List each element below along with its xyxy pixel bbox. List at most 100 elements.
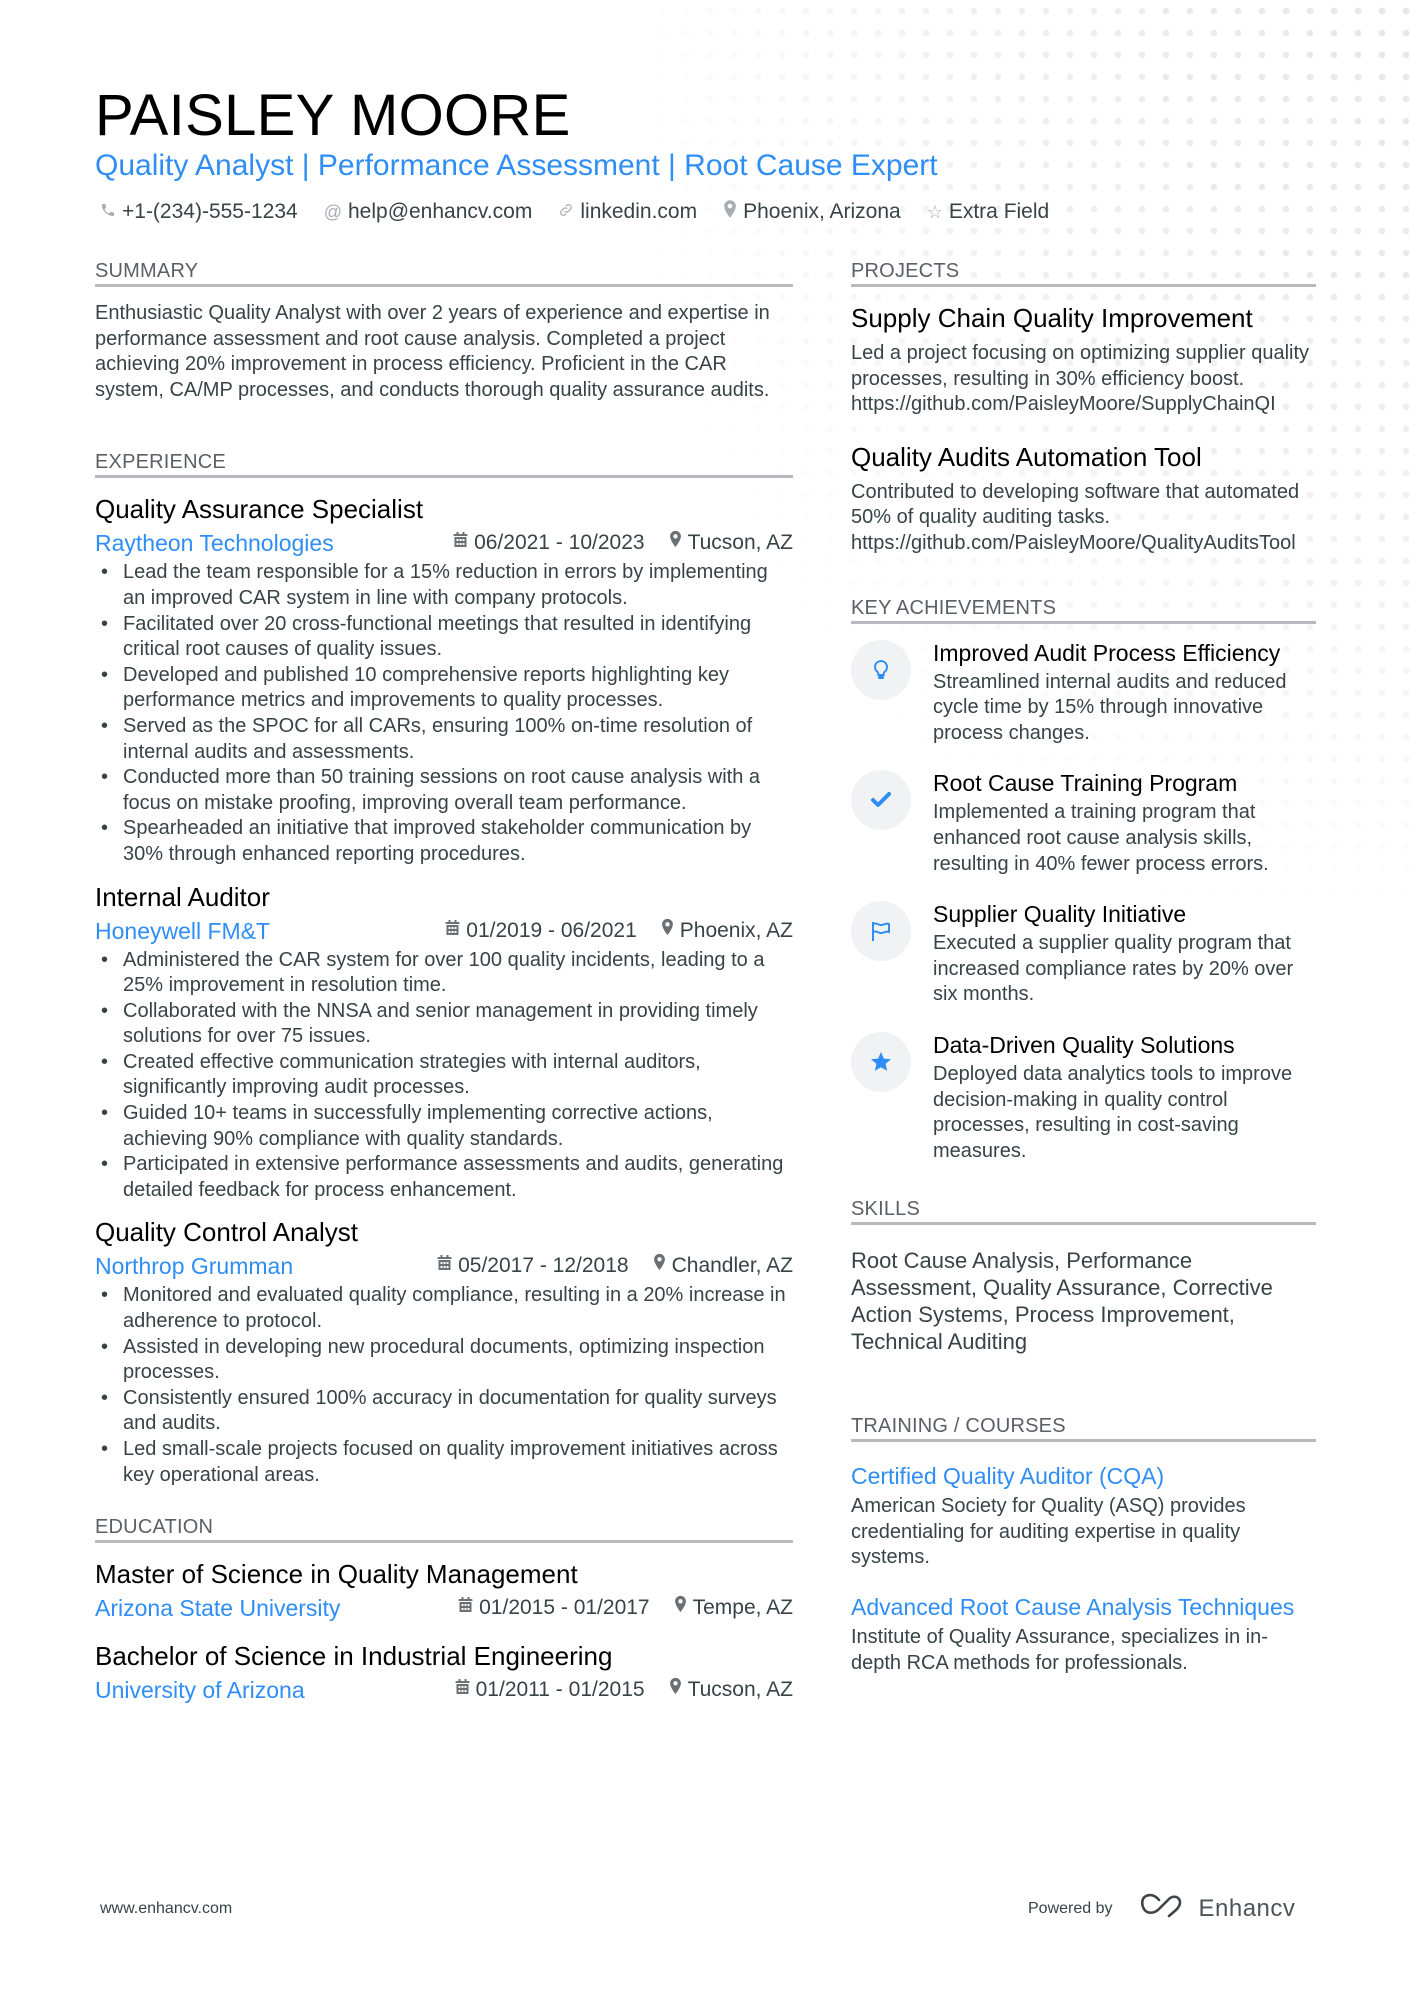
powered-by-label: Powered by — [1028, 1899, 1113, 1917]
flag-icon — [851, 901, 911, 962]
experience-section: EXPERIENCE Quality Assurance Specialist … — [95, 449, 793, 1488]
education-dates: 01/2011 - 01/2015 — [455, 1675, 645, 1705]
achievements-heading: KEY ACHIEVEMENTS — [851, 595, 1316, 624]
resume-page: PAISLEY MOORE Quality Analyst | Performa… — [0, 0, 1410, 1995]
education-heading: EDUCATION — [95, 1514, 793, 1544]
achievement-title: Supplier Quality Initiative — [933, 901, 1187, 928]
project-title: Supply Chain Quality Improvement — [851, 303, 1253, 333]
job-bullets: Lead the team responsible for a 15% redu… — [95, 560, 793, 867]
summary-section: SUMMARY Enthusiastic Quality Analyst wit… — [95, 258, 793, 403]
at-icon: @ — [323, 202, 342, 222]
achievement-body: Improved Audit Process Efficiency Stream… — [933, 638, 1316, 747]
education-location-text: Tempe, AZ — [692, 1596, 793, 1620]
job-location: Chandler, AZ — [653, 1251, 793, 1281]
calendar-icon — [455, 1675, 470, 1705]
contact-bar: +1-(234)-555-1234 @ help@enhancv.com lin… — [100, 196, 1049, 228]
education-entry: Bachelor of Science in Industrial Engine… — [95, 1639, 793, 1705]
contact-phone[interactable]: +1-(234)-555-1234 — [100, 196, 298, 228]
course-entry: Advanced Root Cause Analysis Techniques … — [851, 1591, 1316, 1676]
contact-phone-text: +1-(234)-555-1234 — [122, 200, 298, 223]
bullet-item: Served as the SPOC for all CARs, ensurin… — [101, 714, 793, 765]
achievement-description: Streamlined internal audits and reduced … — [933, 670, 1287, 744]
education-section: EDUCATION Master of Science in Quality M… — [95, 1514, 793, 1705]
company-name[interactable]: Northrop Grumman — [95, 1251, 413, 1281]
project-description: Contributed to developing software that … — [851, 480, 1300, 529]
job-dates: 06/2021 - 10/2023 — [453, 528, 645, 558]
project-link[interactable]: https://github.com/PaisleyMoore/QualityA… — [851, 531, 1316, 557]
education-entry: Master of Science in Quality Management … — [95, 1557, 793, 1623]
course-title[interactable]: Certified Quality Auditor (CQA) — [851, 1460, 1316, 1492]
experience-entry: Quality Assurance Specialist Raytheon Te… — [95, 492, 793, 867]
calendar-icon — [437, 1251, 452, 1281]
enhancv-logo[interactable]: Enhancv — [1139, 1892, 1296, 1925]
location-pin-icon — [669, 528, 682, 558]
job-location: Tucson, AZ — [669, 528, 793, 558]
education-meta: University of Arizona 01/2011 - 01/2015 … — [95, 1675, 793, 1705]
job-location: Phoenix, AZ — [661, 916, 793, 946]
link-icon — [558, 196, 574, 228]
bullet-item: Lead the team responsible for a 15% redu… — [101, 560, 793, 611]
education-dates: 01/2015 - 01/2017 — [458, 1593, 650, 1623]
education-location-text: Tucson, AZ — [687, 1678, 793, 1702]
project-entry: Quality Audits Automation Tool Contribut… — [851, 440, 1316, 557]
job-dates-text: 01/2019 - 06/2021 — [466, 918, 637, 942]
contact-linkedin-text: linkedin.com — [580, 200, 698, 223]
bullet-item: Facilitated over 20 cross-functional mee… — [101, 612, 793, 663]
job-location-text: Chandler, AZ — [671, 1254, 793, 1278]
contact-linkedin[interactable]: linkedin.com — [558, 196, 697, 228]
job-title: Quality Control Analyst — [95, 1217, 359, 1248]
contact-location-text: Phoenix, Arizona — [743, 200, 901, 223]
achievement-title: Data-Driven Quality Solutions — [933, 1031, 1235, 1058]
project-description: Led a project focusing on optimizing sup… — [851, 342, 1310, 390]
achievement-entry: Supplier Quality Initiative Executed a s… — [851, 899, 1316, 1008]
course-title[interactable]: Advanced Root Cause Analysis Techniques — [851, 1591, 1316, 1623]
experience-entry: Quality Control Analyst Northrop Grumman… — [95, 1215, 793, 1488]
location-pin-icon — [653, 1251, 666, 1281]
contact-email[interactable]: @ help@enhancv.com — [324, 196, 533, 228]
location-pin-icon — [723, 196, 737, 228]
calendar-icon — [453, 528, 468, 558]
bullet-item: Consistently ensured 100% accuracy in do… — [101, 1386, 793, 1437]
company-name[interactable]: Honeywell FM&T — [95, 916, 421, 946]
achievements-section: KEY ACHIEVEMENTS Improved Audit Process … — [851, 595, 1316, 1165]
course-description: American Society for Quality (ASQ) provi… — [851, 1495, 1246, 1569]
bullet-item: Created effective communication strategi… — [101, 1050, 793, 1101]
company-name[interactable]: Raytheon Technologies — [95, 528, 429, 558]
job-title: Internal Auditor — [95, 881, 270, 912]
experience-entry: Internal Auditor Honeywell FM&T 01/2019 … — [95, 880, 793, 1204]
degree-title: Bachelor of Science in Industrial Engine… — [95, 1641, 613, 1672]
phone-icon — [100, 196, 116, 228]
projects-section: PROJECTS Supply Chain Quality Improvemen… — [851, 258, 1316, 557]
achievement-body: Supplier Quality Initiative Executed a s… — [933, 899, 1316, 1008]
location-pin-icon — [669, 1675, 682, 1705]
bullet-item: Conducted more than 50 training sessions… — [101, 765, 793, 816]
bullet-item: Led small-scale projects focused on qual… — [101, 1437, 793, 1488]
job-dates-text: 06/2021 - 10/2023 — [474, 531, 645, 555]
achievement-entry: Data-Driven Quality Solutions Deployed d… — [851, 1030, 1316, 1164]
star-icon — [851, 1031, 911, 1092]
job-bullets: Administered the CAR system for over 100… — [95, 948, 793, 1204]
job-location-text: Phoenix, AZ — [679, 918, 793, 942]
star-outline-icon: ☆ — [926, 202, 943, 222]
calendar-icon — [458, 1593, 473, 1623]
school-name[interactable]: University of Arizona — [95, 1675, 431, 1705]
candidate-name: PAISLEY MOORE — [95, 83, 571, 148]
bullet-item: Developed and published 10 comprehensive… — [101, 663, 793, 714]
experience-heading: EXPERIENCE — [95, 449, 793, 479]
job-meta: Raytheon Technologies 06/2021 - 10/2023 … — [95, 528, 793, 558]
training-heading: TRAINING / COURSES — [851, 1413, 1316, 1443]
achievement-body: Data-Driven Quality Solutions Deployed d… — [933, 1030, 1316, 1164]
checkmark-icon — [851, 770, 911, 831]
education-dates-text: 01/2015 - 01/2017 — [479, 1596, 650, 1620]
project-entry: Supply Chain Quality Improvement Led a p… — [851, 301, 1316, 418]
job-meta: Northrop Grumman 05/2017 - 12/2018 Chand… — [95, 1251, 793, 1281]
skills-section: SKILLS Root Cause Analysis, Performance … — [851, 1196, 1316, 1355]
project-link[interactable]: https://github.com/PaisleyMoore/SupplyCh… — [851, 392, 1316, 418]
footer-website[interactable]: www.enhancv.com — [100, 1900, 232, 1918]
job-dates-text: 05/2017 - 12/2018 — [458, 1254, 629, 1278]
degree-title: Master of Science in Quality Management — [95, 1559, 578, 1590]
achievement-description: Deployed data analytics tools to improve… — [933, 1062, 1293, 1162]
job-title: Quality Assurance Specialist — [95, 494, 424, 525]
school-name[interactable]: Arizona State University — [95, 1593, 434, 1623]
calendar-icon — [445, 916, 460, 946]
